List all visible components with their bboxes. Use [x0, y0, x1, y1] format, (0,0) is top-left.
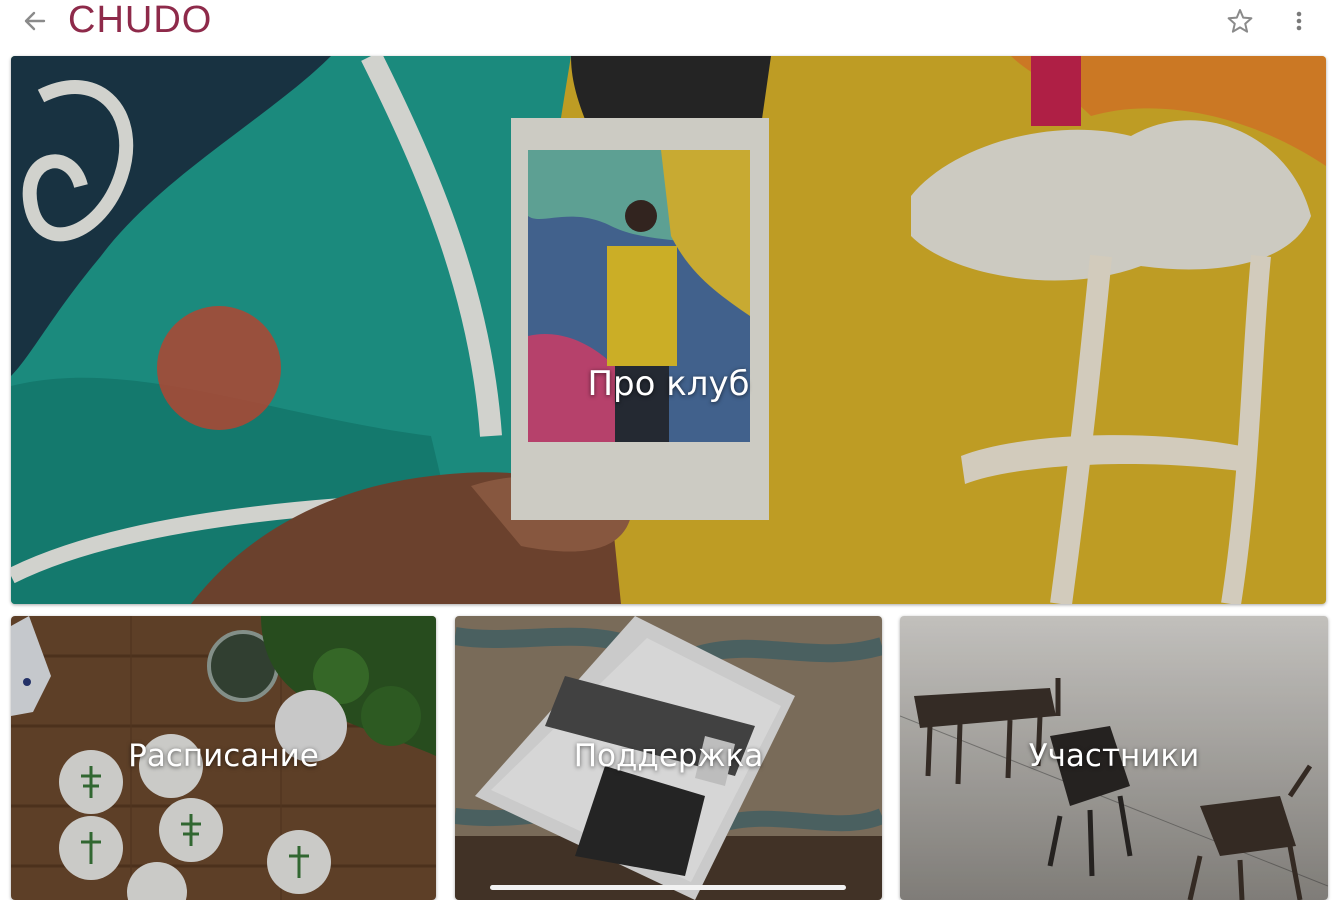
- star-outline-icon: [1227, 9, 1253, 33]
- support-label: Поддержка: [573, 738, 764, 774]
- home-indicator[interactable]: [490, 885, 846, 890]
- more-options-button[interactable]: [1284, 4, 1314, 38]
- tile-members[interactable]: Участники: [900, 616, 1328, 900]
- members-label: Участники: [1028, 738, 1200, 774]
- app-bar: CHUDO: [0, 0, 1336, 48]
- tile-about-club[interactable]: Про клуб: [11, 56, 1326, 604]
- app-title: CHUDO: [68, 0, 213, 41]
- tile-schedule[interactable]: Расписание: [11, 616, 436, 900]
- tile-support[interactable]: Поддержка: [455, 616, 882, 900]
- favorite-button[interactable]: [1222, 4, 1258, 38]
- about-club-label: Про клуб: [587, 364, 750, 404]
- about-club-image: [11, 56, 1326, 604]
- back-button[interactable]: [16, 4, 54, 38]
- arrow-left-icon: [24, 11, 46, 31]
- schedule-label: Расписание: [128, 738, 319, 774]
- more-vertical-icon: [1296, 11, 1302, 31]
